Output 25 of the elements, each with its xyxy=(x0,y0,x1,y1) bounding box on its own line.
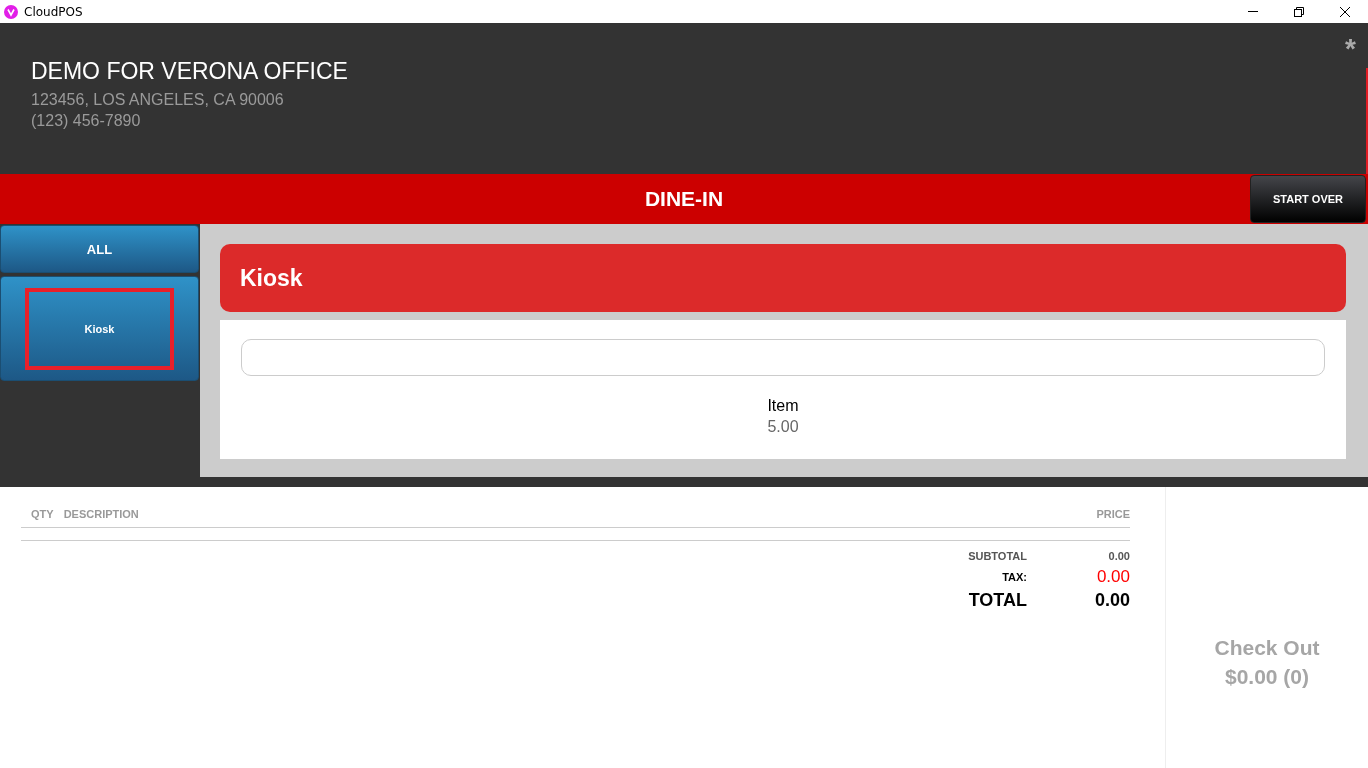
total-value: 0.00 xyxy=(1107,550,1130,562)
category-title: Kiosk xyxy=(240,264,303,292)
asterisk-mark: * xyxy=(1345,35,1356,63)
store-address: 123456, LOS ANGELES, CA 90006 xyxy=(31,90,285,110)
total-label: TOTAL xyxy=(967,590,1027,611)
column-header: QTY xyxy=(31,508,54,520)
minimize-icon xyxy=(1248,11,1258,12)
start-over-button[interactable]: START OVER xyxy=(1250,175,1366,223)
total-label: SUBTOTAL xyxy=(967,550,1027,562)
category-button[interactable]: ALL xyxy=(0,225,199,273)
total-label: TAX: xyxy=(1001,570,1027,583)
column-header: PRICE xyxy=(1096,508,1130,520)
store-name: DEMO FOR VERONA OFFICE xyxy=(31,57,349,86)
column-header: DESCRIPTION xyxy=(63,508,139,520)
total-value: 0.00 xyxy=(1095,566,1130,587)
menu-item[interactable]: Item 5.00 xyxy=(767,395,799,437)
category-button[interactable]: Kiosk xyxy=(0,276,199,381)
order-type-label: DINE-IN xyxy=(644,187,724,211)
store-phone: (123) 456-7890 xyxy=(31,111,142,131)
app-logo-icon xyxy=(4,4,18,19)
window-title: CloudPOS xyxy=(24,4,83,19)
restore-icon xyxy=(1294,6,1304,17)
search-field[interactable] xyxy=(241,339,1325,376)
total-value: 0.00 xyxy=(1093,590,1130,611)
close-icon xyxy=(1340,6,1350,17)
